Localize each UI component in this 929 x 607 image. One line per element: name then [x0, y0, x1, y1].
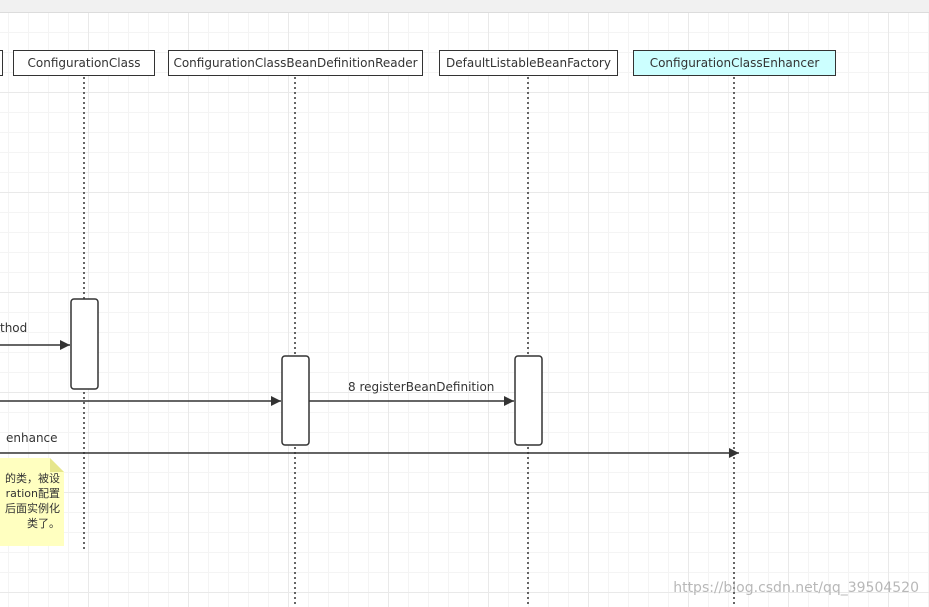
note-box[interactable]: 的类，被设 ration配置 后面实例化 类了。	[0, 458, 64, 546]
note-line: 后面实例化	[5, 502, 60, 515]
note-line: 的类，被设	[5, 472, 60, 485]
message-label-enhance: enhance	[6, 431, 58, 445]
activation-factory[interactable]	[514, 355, 543, 446]
message-label-method: thod	[0, 321, 28, 335]
activation-configuration-class[interactable]	[70, 298, 99, 390]
message-label-register-bean-definition: 8 registerBeanDefinition	[348, 380, 495, 394]
watermark: https://blog.csdn.net/qq_39504520	[673, 580, 919, 596]
note-text: 的类，被设 ration配置 后面实例化 类了。	[5, 471, 60, 531]
activation-reader[interactable]	[281, 355, 310, 446]
note-line: 类了。	[27, 517, 60, 530]
note-line: ration配置	[5, 487, 60, 500]
sequence-diagram-canvas	[0, 77, 739, 607]
